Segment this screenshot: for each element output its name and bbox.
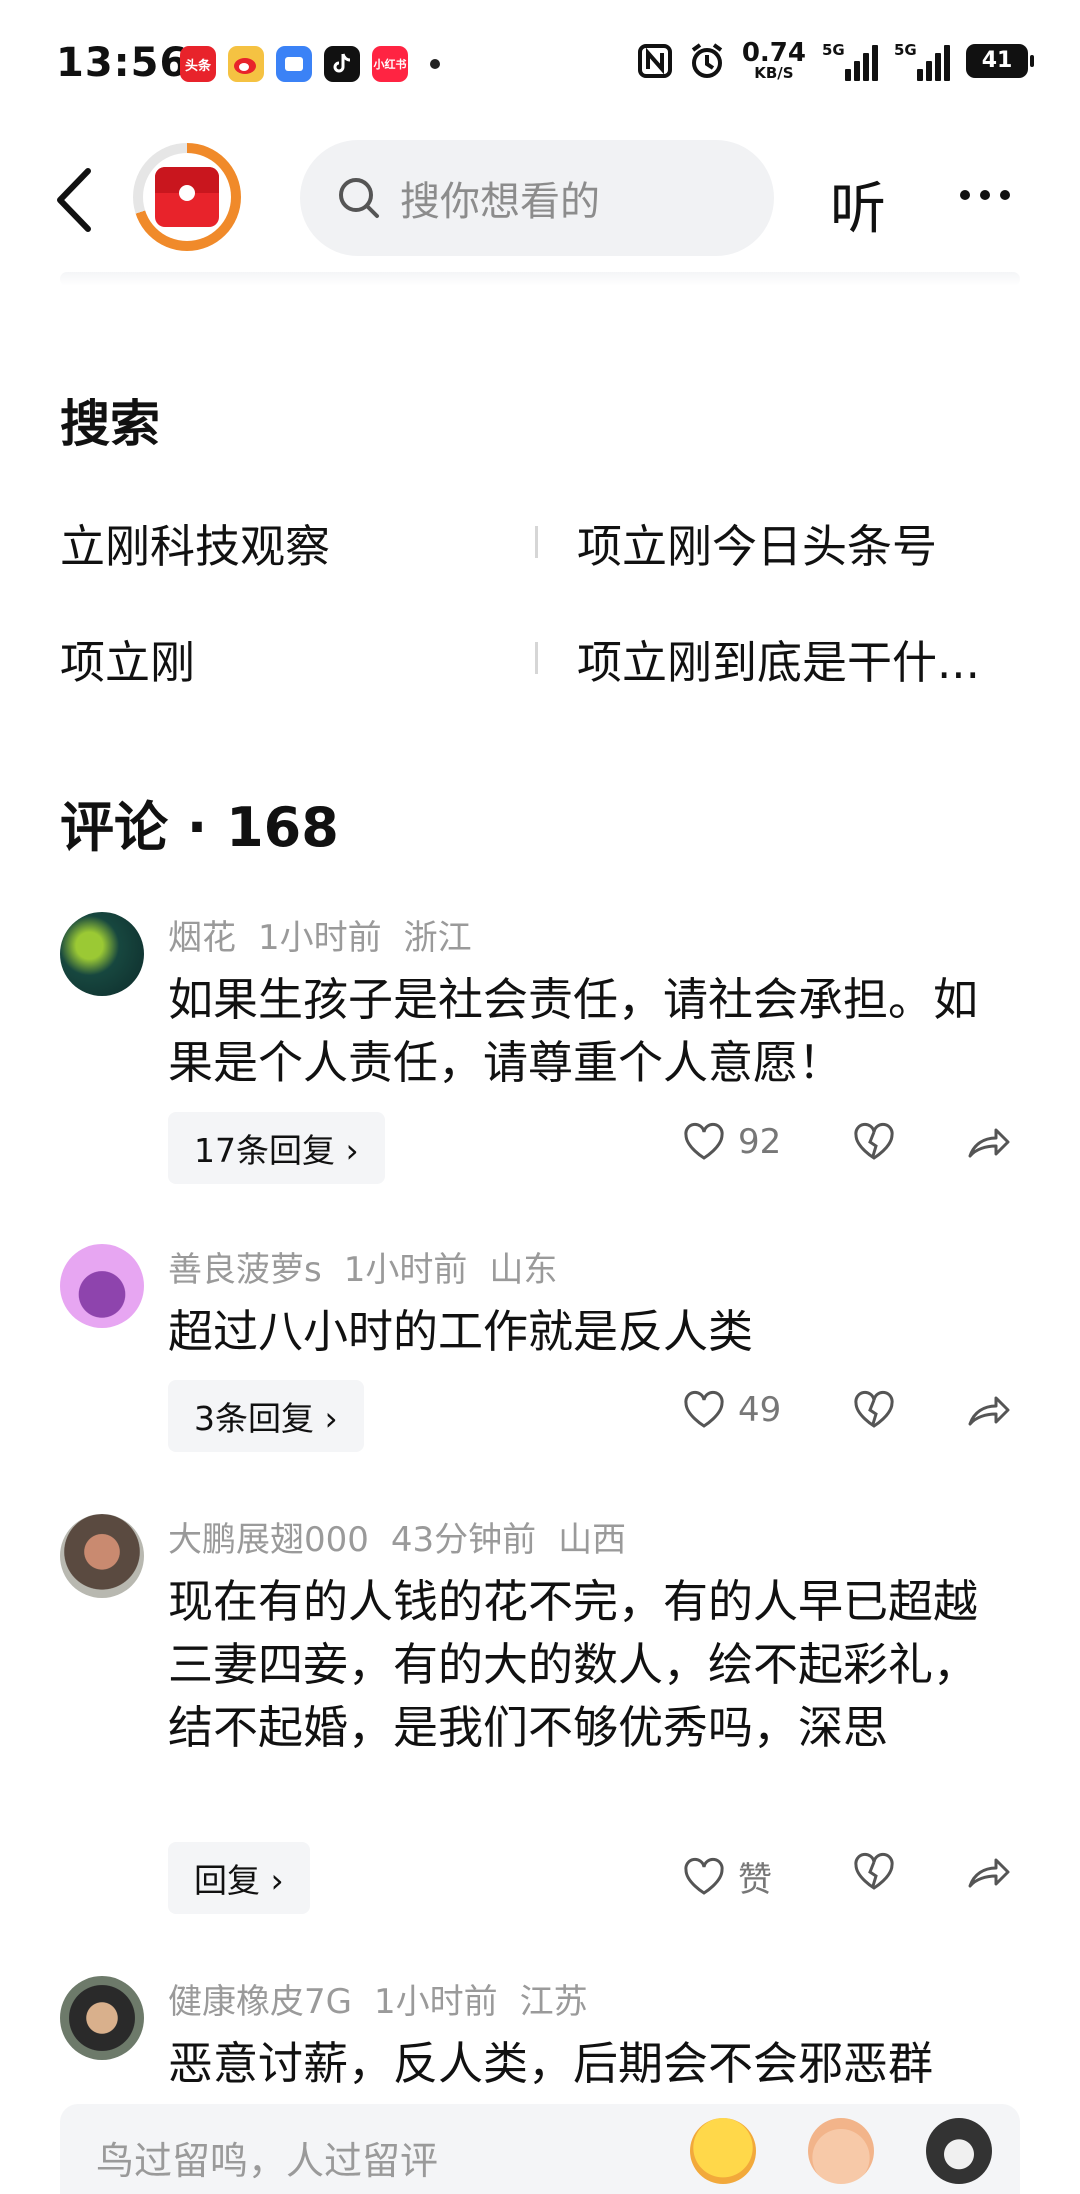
like-button[interactable]: 92 xyxy=(682,1122,781,1162)
divider xyxy=(535,526,538,558)
like-button[interactable]: 赞 xyxy=(682,1852,772,1901)
cat-emoji-icon[interactable] xyxy=(926,2118,992,2184)
comment-time: 43分钟前 xyxy=(390,1520,537,1560)
comment-meta: 健康橡皮7G 1小时前 江苏 xyxy=(168,1974,610,2023)
search-section-title: 搜索 xyxy=(60,395,160,453)
avatar[interactable] xyxy=(60,1976,144,2060)
comment-text[interactable]: 如果生孩子是社会责任，请社会承担。如果是个人责任，请尊重个人意愿！ xyxy=(168,968,988,1094)
red-box-icon xyxy=(155,167,219,227)
praying-hands-emoji-icon[interactable] xyxy=(808,2118,874,2184)
network-speed: 0.74 KB/S xyxy=(741,38,806,82)
comment-text[interactable]: 恶意讨薪，反人类，后期会不会邪恶群 xyxy=(168,2032,988,2095)
status-time: 13:56 xyxy=(56,40,189,86)
broken-heart-icon xyxy=(854,1390,894,1428)
divider xyxy=(535,642,538,674)
like-count: 49 xyxy=(738,1390,782,1430)
broken-heart-icon xyxy=(854,1122,894,1160)
comments-title: 评论 · 168 xyxy=(60,796,339,859)
share-icon xyxy=(968,1858,1010,1888)
dislike-button[interactable] xyxy=(852,1122,896,1166)
nfc-icon xyxy=(637,43,672,78)
weibo-icon xyxy=(228,46,264,82)
listen-button[interactable]: 听 xyxy=(830,164,886,245)
share-icon xyxy=(968,1396,1010,1426)
laughing-emoji-icon[interactable] xyxy=(690,2118,756,2184)
avatar[interactable] xyxy=(60,1244,144,1328)
comment-location: 江苏 xyxy=(519,1982,588,2022)
share-button[interactable] xyxy=(966,1122,1012,1166)
search-suggestion[interactable]: 项立刚今日头条号 xyxy=(577,510,937,575)
comment-author[interactable]: 健康橡皮7G xyxy=(168,1982,352,2022)
comment-text[interactable]: 现在有的人钱的花不完，有的人早已超越三妻四妾，有的大的数人，绘不起彩礼，结不起婚… xyxy=(168,1570,988,1759)
back-arrow-icon xyxy=(57,168,91,232)
comment-author[interactable]: 大鹏展翅000 xyxy=(168,1520,369,1560)
search-suggestion[interactable]: 项立刚到底是干什... xyxy=(577,626,980,691)
comment-location: 浙江 xyxy=(403,918,472,958)
comment-author[interactable]: 善良菠萝s xyxy=(168,1250,322,1290)
view-replies-button[interactable]: 17条回复 › xyxy=(168,1112,385,1184)
comment-meta: 大鹏展翅000 43分钟前 山西 xyxy=(168,1512,648,1561)
dislike-button[interactable] xyxy=(852,1390,896,1434)
battery-icon: 41 xyxy=(966,43,1034,78)
toutiao-icon: 头条 xyxy=(180,46,216,82)
search-suggestion[interactable]: 项立刚 xyxy=(60,626,195,691)
comment-time: 1小时前 xyxy=(258,918,382,958)
search-icon xyxy=(339,178,379,218)
reply-button[interactable]: 回复 › xyxy=(168,1842,310,1914)
like-label: 赞 xyxy=(738,1860,772,1900)
broken-heart-icon xyxy=(854,1852,894,1890)
comment-text[interactable]: 超过八小时的工作就是反人类 xyxy=(168,1300,988,1363)
search-bar[interactable]: 搜你想看的 xyxy=(300,140,774,256)
avatar[interactable] xyxy=(60,1514,144,1598)
view-replies-button[interactable]: 3条回复 › xyxy=(168,1380,364,1452)
notification-icons: 头条 小红书 xyxy=(180,46,440,82)
more-notifications-dot xyxy=(430,59,440,69)
avatar[interactable] xyxy=(60,912,144,996)
signal-icon: 5G xyxy=(894,41,950,81)
comment-location: 山西 xyxy=(558,1520,627,1560)
heart-icon xyxy=(684,1857,724,1895)
back-button[interactable] xyxy=(50,165,100,235)
like-button[interactable]: 49 xyxy=(682,1390,781,1430)
comment-location: 山东 xyxy=(489,1250,558,1290)
dislike-button[interactable] xyxy=(852,1852,896,1896)
comment-author[interactable]: 烟花 xyxy=(168,918,236,958)
comment-meta: 烟花 1小时前 浙江 xyxy=(168,910,494,959)
divider xyxy=(60,272,1020,286)
comment-input-placeholder: 鸟过留鸣，人过留评 xyxy=(96,2139,439,2183)
comment-time: 1小时前 xyxy=(343,1250,468,1290)
comment-time: 1小时前 xyxy=(373,1982,498,2022)
xiaohongshu-icon: 小红书 xyxy=(372,46,408,82)
comment-meta: 善良菠萝s 1小时前 山东 xyxy=(168,1242,579,1291)
alarm-icon xyxy=(691,42,723,78)
app-icon xyxy=(276,46,312,82)
douyin-icon xyxy=(324,46,360,82)
heart-icon xyxy=(684,1122,724,1160)
search-suggestion[interactable]: 立刚科技观察 xyxy=(60,510,330,575)
more-options-button[interactable] xyxy=(960,190,1010,200)
like-count: 92 xyxy=(738,1122,782,1162)
comment-input-bar[interactable]: 鸟过留鸣，人过留评 xyxy=(60,2104,1020,2194)
share-button[interactable] xyxy=(966,1852,1012,1896)
signal-icon: 5G xyxy=(822,41,878,81)
heart-icon xyxy=(684,1390,724,1428)
status-bar: 13:56 头条 小红书 0.74 KB/S 5G 5G 41 xyxy=(0,0,1080,120)
channel-avatar[interactable] xyxy=(133,143,241,251)
search-placeholder: 搜你想看的 xyxy=(400,179,600,225)
share-icon xyxy=(968,1128,1010,1158)
share-button[interactable] xyxy=(966,1390,1012,1434)
